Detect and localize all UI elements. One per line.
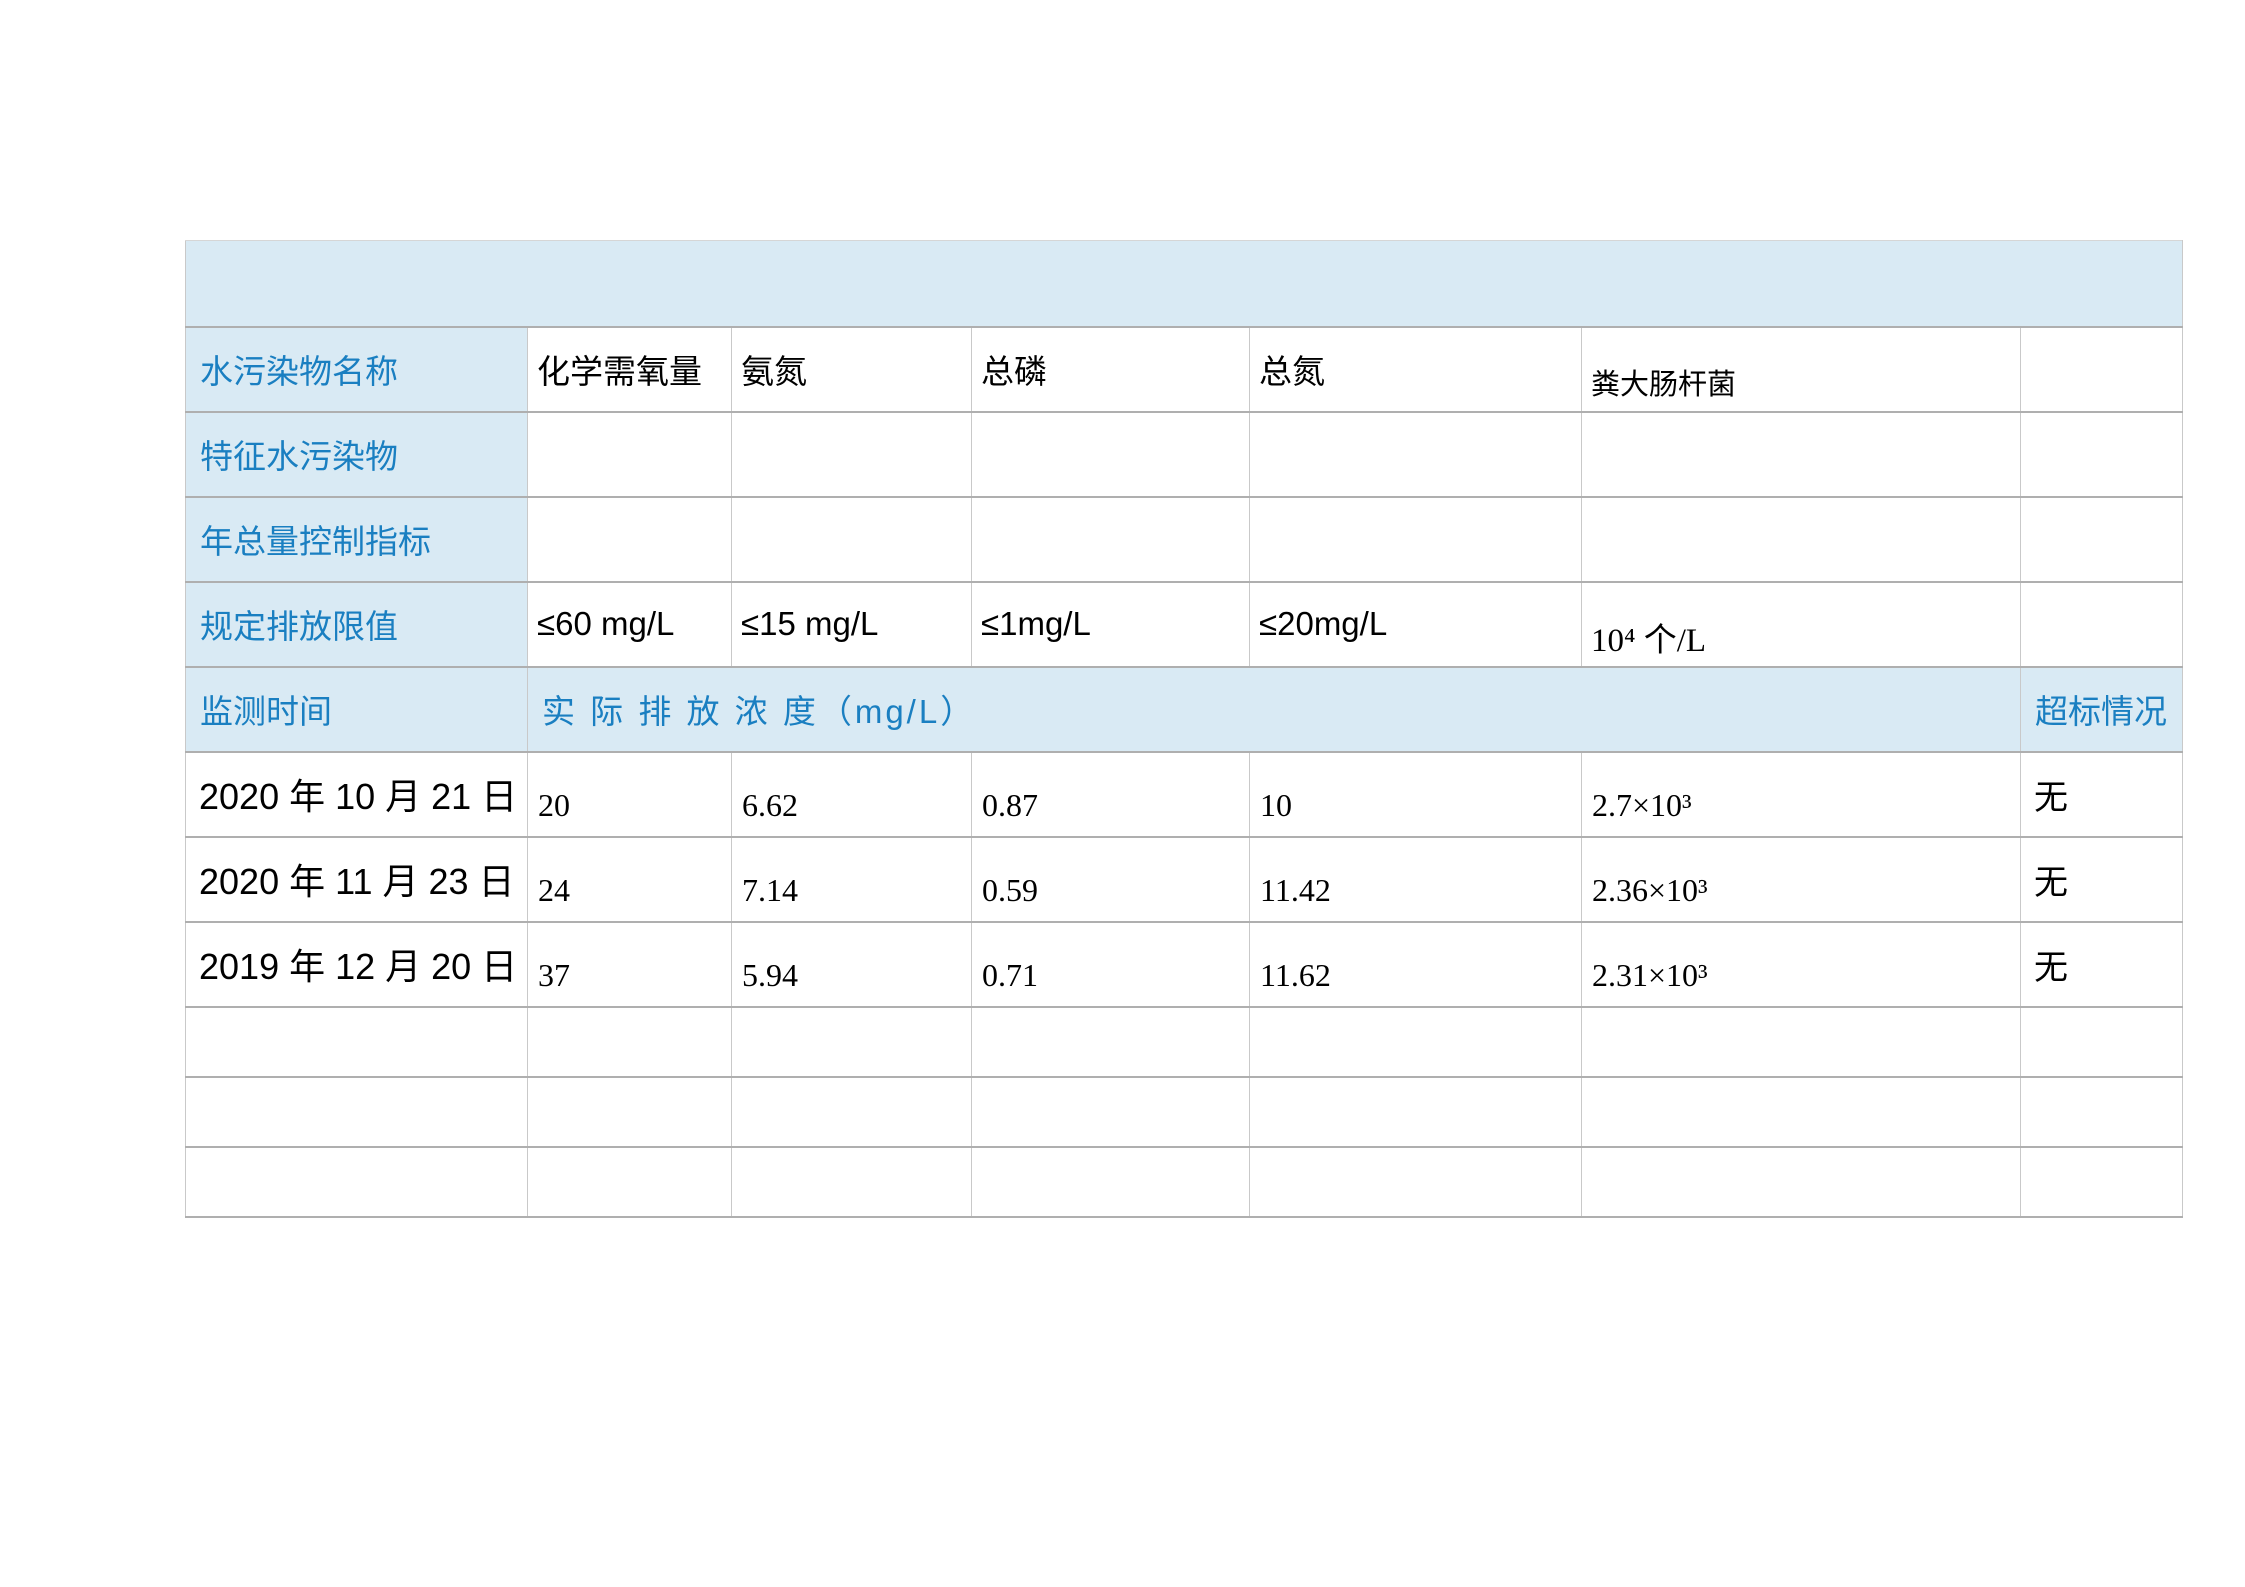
top-band-cell (186, 241, 2183, 327)
value-total-phosphorus: 0.87 (972, 752, 1250, 837)
empty-cell (186, 1147, 528, 1217)
col-header-fecal-coliform: 粪大肠杆菌 (1582, 327, 2021, 412)
empty-cell (1250, 1077, 1582, 1147)
empty-cell (732, 497, 972, 582)
empty-cell (972, 497, 1250, 582)
exceedance-status-header: 超标情况 (2021, 667, 2183, 752)
data-row-2020-10-21: 2020 年 10 月 21 日 20 6.62 0.87 10 2.7×10³… (186, 752, 2183, 837)
top-band-row (186, 241, 2183, 327)
empty-cell (2021, 1147, 2183, 1217)
col-header-ammonia-nitrogen: 氨氮 (732, 327, 972, 412)
empty-cell (1582, 497, 2021, 582)
exceedance-status: 无 (2021, 922, 2183, 1007)
empty-cell (2021, 412, 2183, 497)
row-label-monitoring-time: 监测时间 (186, 667, 528, 752)
empty-cell (2021, 582, 2183, 667)
value-fecal-coliform: 2.7×10³ (1582, 752, 2021, 837)
empty-cell (732, 1147, 972, 1217)
value-fecal-coliform: 2.31×10³ (1582, 922, 2021, 1007)
empty-cell (972, 1077, 1250, 1147)
exceedance-status: 无 (2021, 752, 2183, 837)
empty-cell (186, 1077, 528, 1147)
empty-cell (1582, 1007, 2021, 1077)
empty-cell (528, 1007, 732, 1077)
empty-cell (528, 412, 732, 497)
empty-cell (972, 1007, 1250, 1077)
empty-cell (528, 497, 732, 582)
annual-total-control-row: 年总量控制指标 (186, 497, 2183, 582)
empty-data-row (186, 1147, 2183, 1217)
limit-total-nitrogen: ≤20mg/L (1250, 582, 1582, 667)
value-total-nitrogen: 10 (1250, 752, 1582, 837)
value-ammonia-nitrogen: 7.14 (732, 837, 972, 922)
col-header-blank (2021, 327, 2183, 412)
empty-cell (1582, 1077, 2021, 1147)
empty-cell (1250, 1147, 1582, 1217)
characteristic-pollutant-row: 特征水污染物 (186, 412, 2183, 497)
row-label-characteristic-pollutant: 特征水污染物 (186, 412, 528, 497)
value-total-phosphorus: 0.59 (972, 837, 1250, 922)
col-header-cod: 化学需氧量 (528, 327, 732, 412)
value-total-nitrogen: 11.42 (1250, 837, 1582, 922)
value-total-phosphorus: 0.71 (972, 922, 1250, 1007)
value-cod: 20 (528, 752, 732, 837)
value-cod: 24 (528, 837, 732, 922)
empty-cell (2021, 497, 2183, 582)
row-label-discharge-limit: 规定排放限值 (186, 582, 528, 667)
empty-cell (1250, 1007, 1582, 1077)
empty-data-row (186, 1007, 2183, 1077)
col-header-total-phosphorus: 总磷 (972, 327, 1250, 412)
empty-cell (972, 412, 1250, 497)
empty-data-row (186, 1077, 2183, 1147)
empty-cell (1250, 497, 1582, 582)
water-pollutant-monitoring-table: 水污染物名称 化学需氧量 氨氮 总磷 总氮 粪大肠杆菌 特征水污染物 年总量控制… (185, 240, 2183, 1218)
exceedance-status: 无 (2021, 837, 2183, 922)
empty-cell (2021, 1007, 2183, 1077)
empty-cell (732, 1077, 972, 1147)
limit-cod: ≤60 mg/L (528, 582, 732, 667)
limit-fecal-coliform: 10⁴ 个/L (1582, 582, 2021, 667)
value-cod: 37 (528, 922, 732, 1007)
monitoring-date: 2019 年 12 月 20 日 (186, 922, 528, 1007)
empty-cell (186, 1007, 528, 1077)
pollutant-name-row: 水污染物名称 化学需氧量 氨氮 总磷 总氮 粪大肠杆菌 (186, 327, 2183, 412)
value-fecal-coliform: 2.36×10³ (1582, 837, 2021, 922)
monitoring-time-header-row: 监测时间 实 际 排 放 浓 度（mg/L） 超标情况 (186, 667, 2183, 752)
empty-cell (2021, 1077, 2183, 1147)
value-total-nitrogen: 11.62 (1250, 922, 1582, 1007)
discharge-limit-row: 规定排放限值 ≤60 mg/L ≤15 mg/L ≤1mg/L ≤20mg/L … (186, 582, 2183, 667)
empty-cell (528, 1147, 732, 1217)
limit-total-phosphorus: ≤1mg/L (972, 582, 1250, 667)
empty-cell (528, 1077, 732, 1147)
actual-concentration-header: 实 际 排 放 浓 度（mg/L） (528, 667, 2021, 752)
value-ammonia-nitrogen: 5.94 (732, 922, 972, 1007)
monitoring-date: 2020 年 10 月 21 日 (186, 752, 528, 837)
data-row-2019-12-20: 2019 年 12 月 20 日 37 5.94 0.71 11.62 2.31… (186, 922, 2183, 1007)
empty-cell (732, 412, 972, 497)
row-label-pollutant-name: 水污染物名称 (186, 327, 528, 412)
empty-cell (1582, 1147, 2021, 1217)
data-row-2020-11-23: 2020 年 11 月 23 日 24 7.14 0.59 11.42 2.36… (186, 837, 2183, 922)
row-label-annual-total-control: 年总量控制指标 (186, 497, 528, 582)
empty-cell (1582, 412, 2021, 497)
document-page: 水污染物名称 化学需氧量 氨氮 总磷 总氮 粪大肠杆菌 特征水污染物 年总量控制… (0, 0, 2245, 1587)
limit-ammonia-nitrogen: ≤15 mg/L (732, 582, 972, 667)
monitoring-date: 2020 年 11 月 23 日 (186, 837, 528, 922)
empty-cell (732, 1007, 972, 1077)
empty-cell (972, 1147, 1250, 1217)
empty-cell (1250, 412, 1582, 497)
col-header-total-nitrogen: 总氮 (1250, 327, 1582, 412)
value-ammonia-nitrogen: 6.62 (732, 752, 972, 837)
